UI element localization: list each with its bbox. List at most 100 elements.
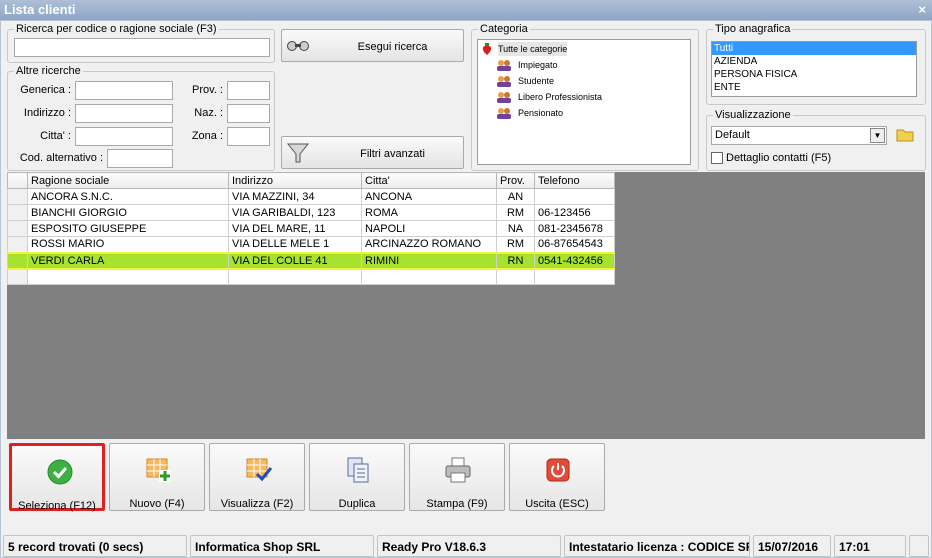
title-bar: Lista clienti × (0, 0, 932, 20)
row-indicator (7, 204, 28, 221)
cell-name[interactable]: ESPOSITO GIUSEPPE (27, 220, 229, 237)
print-button-label: Stampa (F9) (426, 498, 488, 510)
cell-address[interactable]: VIA DEL MARE, 11 (228, 220, 362, 237)
cell-address[interactable]: VIA DEL COLLE 41 (228, 251, 362, 270)
cell-address[interactable]: VIA MAZZINI, 34 (228, 188, 362, 205)
status-records: 5 record trovati (0 secs) (3, 535, 187, 557)
cell-phone[interactable]: 0541-432456 (534, 251, 615, 270)
table-row[interactable]: ROSSI MARIO VIA DELLE MELE 1 ARCINAZZO R… (7, 236, 615, 253)
type-option[interactable]: ENTE (712, 81, 916, 94)
advanced-filters-button[interactable]: Filtri avanzati (281, 136, 464, 169)
view-button[interactable]: Visualizza (F2) (209, 443, 305, 511)
row-indicator (7, 251, 28, 270)
cell-city[interactable]: ROMA (361, 204, 497, 221)
cell-name[interactable]: ANCORA S.N.C. (27, 188, 229, 205)
category-legend: Categoria (480, 23, 528, 35)
row-indicator (7, 236, 28, 253)
cell-prov[interactable]: RM (496, 236, 535, 253)
cell-city[interactable]: ARCINAZZO ROMANO (361, 236, 497, 253)
cell-empty[interactable] (27, 268, 229, 285)
search-button-label: Esegui ricerca (357, 41, 428, 53)
close-icon[interactable]: × (918, 2, 926, 17)
check-icon (47, 459, 73, 485)
type-option[interactable]: PERSONA FISICA (712, 68, 916, 81)
address-input[interactable] (75, 104, 173, 123)
resize-grip-icon[interactable] (909, 535, 929, 557)
select-button[interactable]: Seleziona (F12) (9, 443, 105, 512)
cell-empty[interactable] (361, 268, 497, 285)
category-tree[interactable]: Tutte le categorie Impiegato Studente Li… (477, 39, 691, 165)
status-version: Ready Pro V18.6.3 (377, 535, 561, 557)
new-button[interactable]: Nuovo (F4) (109, 443, 205, 511)
grid-header-row: Ragione sociale Indirizzo Citta' Prov. T… (7, 172, 615, 189)
cell-empty[interactable] (496, 268, 535, 285)
col-header-city[interactable]: Citta' (361, 172, 497, 189)
search-input[interactable] (14, 38, 270, 57)
cell-city[interactable]: NAPOLI (361, 220, 497, 237)
col-header-address[interactable]: Indirizzo (228, 172, 362, 189)
users-icon (497, 60, 511, 71)
cell-address[interactable]: VIA DELLE MELE 1 (228, 236, 362, 253)
type-list[interactable]: Tutti AZIENDA PERSONA FISICA ENTE (711, 41, 917, 97)
cell-name[interactable]: ROSSI MARIO (27, 236, 229, 253)
nation-label: Naz. : (194, 107, 223, 119)
cell-phone[interactable]: 081-2345678 (534, 220, 615, 237)
chevron-down-icon[interactable]: ▼ (870, 128, 885, 143)
view-select-value: Default (715, 129, 750, 141)
table-row[interactable]: ESPOSITO GIUSEPPE VIA DEL MARE, 11 NAPOL… (7, 220, 615, 237)
cell-phone[interactable]: 06-87654543 (534, 236, 615, 253)
strawberry-icon (482, 43, 492, 55)
table-row[interactable]: BIANCHI GIORGIO VIA GARIBALDI, 123 ROMA … (7, 204, 615, 221)
table-row[interactable]: ANCORA S.N.C. VIA MAZZINI, 34 ANCONA AN (7, 188, 615, 205)
type-option-selected[interactable]: Tutti (712, 42, 916, 55)
cell-name[interactable]: BIANCHI GIORGIO (27, 204, 229, 221)
duplicate-button[interactable]: Duplica (309, 443, 405, 511)
cell-phone[interactable] (534, 188, 615, 205)
col-header-prov[interactable]: Prov. (496, 172, 535, 189)
cell-empty[interactable] (228, 268, 362, 285)
table-row-highlighted[interactable]: VERDI CARLA VIA DEL COLLE 41 RIMINI RN 0… (7, 251, 615, 270)
details-checkbox[interactable] (711, 152, 723, 164)
cell-city[interactable]: RIMINI (361, 251, 497, 270)
prov-input[interactable] (227, 81, 270, 100)
users-icon (497, 76, 511, 87)
col-header-phone[interactable]: Telefono (534, 172, 615, 189)
cell-phone[interactable]: 06-123456 (534, 204, 615, 221)
cell-city[interactable]: ANCONA (361, 188, 497, 205)
status-time: 17:01 (834, 535, 906, 557)
cell-prov[interactable]: RM (496, 204, 535, 221)
type-option[interactable]: AZIENDA (712, 55, 916, 68)
tree-node-label: Pensionato (518, 108, 564, 118)
status-license: Intestatario licenza : CODICE SRL (564, 535, 750, 557)
grid-add-icon (146, 458, 171, 482)
alt-code-input[interactable] (107, 149, 173, 168)
cell-prov[interactable]: AN (496, 188, 535, 205)
search-legend: Ricerca per codice o ragione sociale (F3… (16, 23, 217, 35)
tree-node-label: Studente (518, 76, 555, 86)
cell-prov[interactable]: RN (496, 251, 535, 270)
city-input[interactable] (75, 127, 173, 146)
main-window: Ricerca per codice o ragione sociale (F3… (0, 20, 932, 558)
copy-icon (347, 457, 369, 483)
details-label: Dettaglio contatti (F5) (726, 152, 832, 164)
view-select[interactable]: Default ▼ (711, 126, 887, 145)
cell-prov[interactable]: NA (496, 220, 535, 237)
generic-label: Generica : (20, 84, 71, 96)
generic-input[interactable] (75, 81, 173, 100)
cell-address[interactable]: VIA GARIBALDI, 123 (228, 204, 362, 221)
col-header-name[interactable]: Ragione sociale (27, 172, 229, 189)
search-button[interactable]: Esegui ricerca (281, 29, 464, 62)
exit-button-label: Uscita (ESC) (525, 498, 589, 510)
exit-button[interactable]: Uscita (ESC) (509, 443, 605, 511)
cell-empty[interactable] (534, 268, 615, 285)
nation-input[interactable] (227, 104, 270, 123)
folder-icon[interactable] (895, 125, 915, 145)
power-icon (546, 458, 570, 482)
zone-input[interactable] (227, 127, 270, 146)
print-button[interactable]: Stampa (F9) (409, 443, 505, 511)
cell-name[interactable]: VERDI CARLA (27, 251, 229, 270)
duplicate-button-label: Duplica (338, 498, 376, 510)
select-button-label: Seleziona (F12) (18, 500, 96, 512)
table-row-empty[interactable] (7, 268, 615, 285)
client-grid: Ragione sociale Indirizzo Citta' Prov. T… (7, 172, 615, 285)
